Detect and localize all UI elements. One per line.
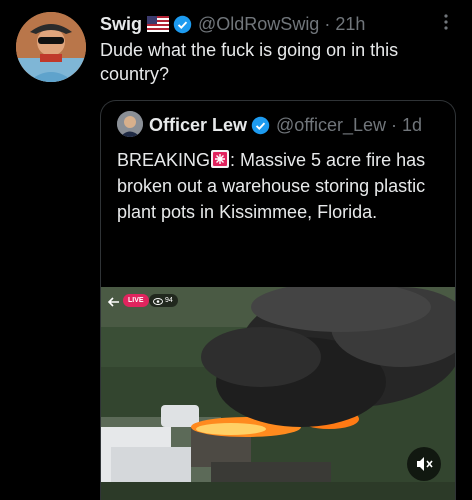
live-video-thumbnail[interactable]: LIVE 94	[101, 287, 455, 500]
avatar[interactable]	[16, 12, 86, 82]
verified-badge-icon[interactable]	[173, 15, 192, 34]
quoted-timestamp[interactable]: 1d	[402, 115, 422, 136]
speaker-muted-icon	[407, 457, 441, 485]
siren-icon	[210, 149, 230, 169]
aerial-fire-scene	[101, 287, 455, 500]
back-arrow-icon[interactable]	[107, 295, 121, 309]
quoted-avatar[interactable]	[117, 111, 143, 137]
tweet-header: Swig @OldRowSwig · 21h	[100, 12, 365, 36]
eye-icon	[153, 297, 163, 305]
more-options-icon[interactable]	[436, 12, 456, 32]
quoted-separator: ·	[391, 114, 398, 135]
handle[interactable]: @OldRowSwig	[198, 14, 319, 35]
viewer-count-badge: 94	[149, 294, 178, 307]
quoted-text-breaking: BREAKING	[117, 150, 211, 170]
timestamp[interactable]: 21h	[335, 14, 365, 35]
live-badge: LIVE	[123, 294, 149, 307]
quoted-text: BREAKING: Massive 5 acre fire has broken…	[117, 147, 437, 225]
quoted-handle[interactable]: @officer_Lew	[276, 115, 386, 136]
tweet: Swig @OldRowSwig · 21h Dude what the fuc…	[0, 0, 472, 500]
quoted-header: Officer Lew @officer_Lew · 1d	[149, 113, 422, 137]
viewer-count: 94	[165, 297, 173, 304]
separator: ·	[324, 13, 331, 34]
quoted-display-name[interactable]: Officer Lew	[149, 115, 247, 136]
display-name[interactable]: Swig	[100, 14, 142, 35]
us-flag-icon	[147, 16, 170, 32]
quoted-tweet[interactable]: Officer Lew @officer_Lew · 1d BREAKING: …	[100, 100, 456, 500]
tweet-text: Dude what the fuck is going on in this c…	[100, 40, 399, 84]
mute-button[interactable]	[407, 447, 441, 481]
quoted-verified-badge-icon[interactable]	[251, 116, 270, 135]
